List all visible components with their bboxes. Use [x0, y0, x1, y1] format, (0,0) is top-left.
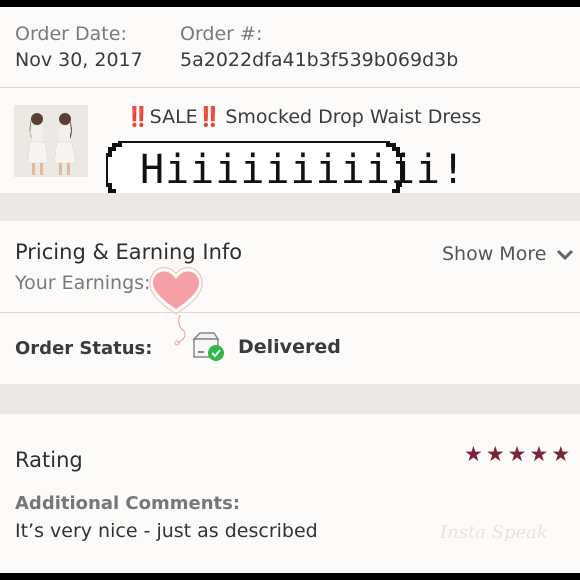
item-thumbnail[interactable] — [14, 105, 88, 177]
rating-stars: ★ ★ ★ ★ ★ — [464, 444, 570, 465]
order-status-label: Order Status: — [15, 338, 153, 359]
pricing-title: Pricing & Earning Info — [15, 240, 243, 264]
order-details-screen: Order Date: Nov 30, 2017 Order #: 5a2022… — [0, 7, 580, 573]
speech-bubble-text: Hiiiiiiiiiii! — [140, 147, 467, 193]
show-more-button[interactable]: Show More — [442, 243, 574, 266]
sale-marks-right: ‼️ — [197, 106, 222, 128]
item-title-row[interactable]: ‼️SALE‼️ Smocked Drop Waist Dress — [126, 105, 481, 128]
order-date-value: Nov 30, 2017 — [15, 49, 143, 71]
delivered-box-icon — [190, 331, 226, 367]
star-icon: ★ — [507, 442, 527, 466]
order-number-value: 5a2022dfa41b3f539b069d3b — [180, 49, 459, 71]
section-gap-1 — [0, 193, 580, 221]
item-title: Smocked Drop Waist Dress — [225, 106, 482, 128]
star-icon: ★ — [485, 442, 505, 466]
comments-label: Additional Comments: — [15, 493, 241, 514]
earnings-label: Your Earnings: — [15, 272, 151, 294]
header-divider — [0, 87, 580, 88]
order-status-value: Delivered — [238, 336, 341, 358]
rating-label: Rating — [15, 448, 83, 472]
order-date-label: Order Date: — [15, 23, 127, 45]
chevron-down-icon — [556, 244, 574, 266]
show-more-label: Show More — [442, 243, 547, 265]
star-icon: ★ — [529, 442, 549, 466]
order-number-label: Order #: — [180, 23, 263, 45]
star-icon: ★ — [464, 442, 483, 466]
sale-marks-left: ‼️ — [126, 106, 150, 128]
pricing-divider — [0, 312, 580, 313]
comments-text: It’s very nice - just as described — [15, 520, 318, 542]
watermark: Insta Speak — [440, 522, 548, 543]
star-icon: ★ — [551, 442, 571, 466]
section-gap-2 — [0, 384, 580, 414]
sale-word: SALE — [149, 106, 198, 128]
